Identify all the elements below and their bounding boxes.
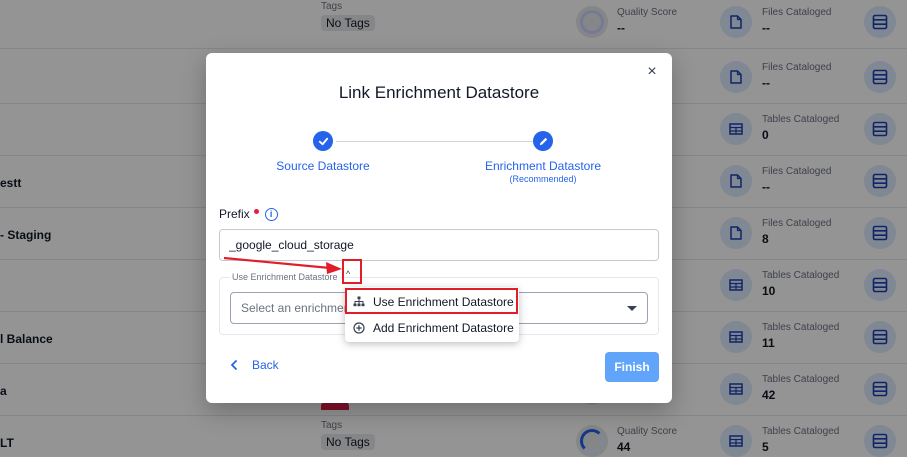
prefix-label-row: Prefix i [219, 207, 278, 221]
step-source-label: Source Datastore [276, 159, 370, 173]
modal-title: Link Enrichment Datastore [338, 83, 540, 102]
link-enrichment-modal: × Link Enrichment Datastore Source Datas… [206, 53, 672, 403]
back-label: Back [252, 358, 279, 372]
step-source-check-icon [313, 131, 333, 151]
required-indicator [253, 208, 259, 214]
chevron-left-icon [230, 360, 237, 370]
finish-button[interactable]: Finish [605, 352, 659, 382]
close-button[interactable]: × [644, 64, 660, 80]
annotation-highlight-toggle [342, 259, 362, 284]
info-icon[interactable]: i [264, 207, 278, 221]
menu-item-label: Add Enrichment Datastore [373, 320, 514, 335]
back-button[interactable]: Back [230, 358, 279, 372]
caret-down-icon [627, 305, 637, 311]
step-enrichment-pencil-icon [533, 131, 553, 151]
enrichment-fieldset-legend: Use Enrichment Datastore [230, 272, 340, 282]
menu-item-add-enrichment[interactable]: Add Enrichment Datastore [345, 315, 519, 340]
stepper-connector [336, 141, 542, 142]
prefix-input[interactable] [219, 229, 659, 261]
annotation-highlight-option [345, 288, 518, 314]
step-enrichment-sublabel: (Recommended) [509, 174, 577, 184]
plus-circle-icon [353, 321, 365, 334]
prefix-label: Prefix [219, 207, 250, 221]
step-enrichment-label: Enrichment Datastore [484, 159, 602, 173]
